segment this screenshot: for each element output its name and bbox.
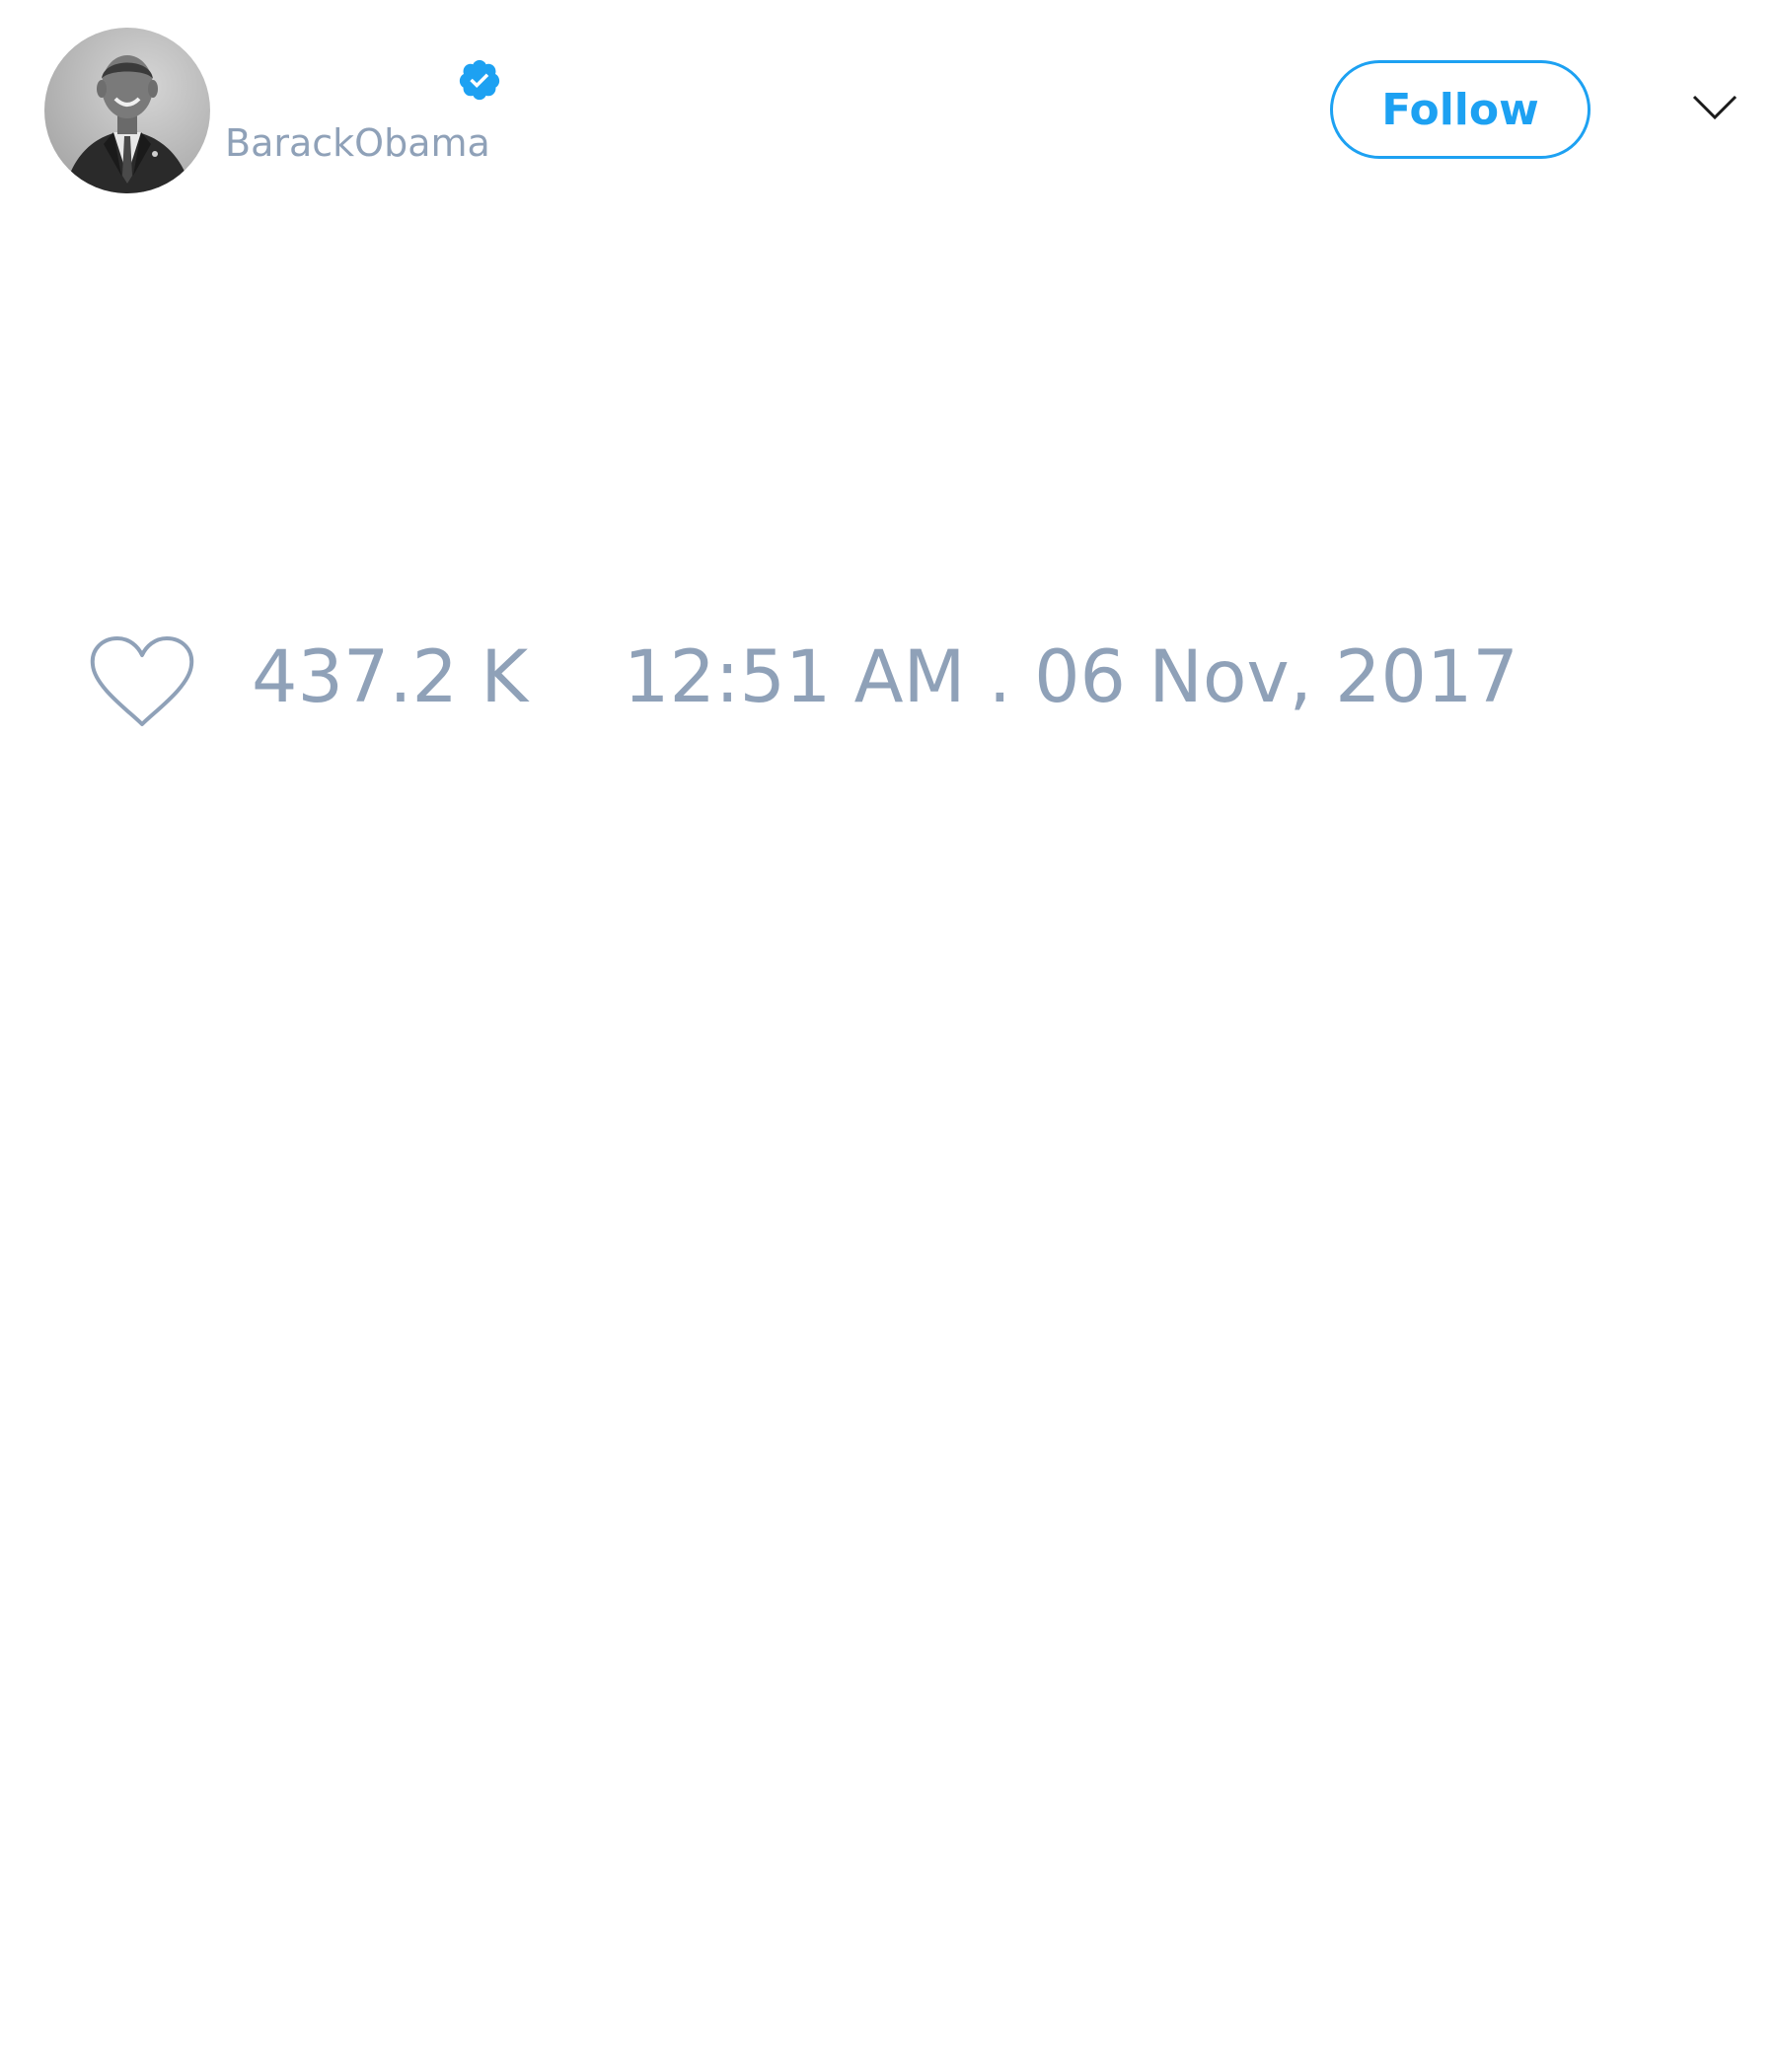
chevron-down-icon[interactable] xyxy=(1691,93,1739,122)
author-handle[interactable]: BarackObama xyxy=(225,124,490,162)
follow-button[interactable]: Follow xyxy=(1330,60,1591,159)
avatar-image xyxy=(44,28,210,193)
tweet-card: BarackObama Follow 437.2 K 12:51 AM . 06… xyxy=(0,0,1776,2072)
like-count: 437.2 K xyxy=(252,635,529,719)
verified-badge-icon xyxy=(459,59,500,101)
tweet-timestamp[interactable]: 12:51 AM . 06 Nov, 2017 xyxy=(624,641,1518,713)
heart-outline-icon[interactable] xyxy=(89,635,195,730)
avatar[interactable] xyxy=(44,28,210,193)
